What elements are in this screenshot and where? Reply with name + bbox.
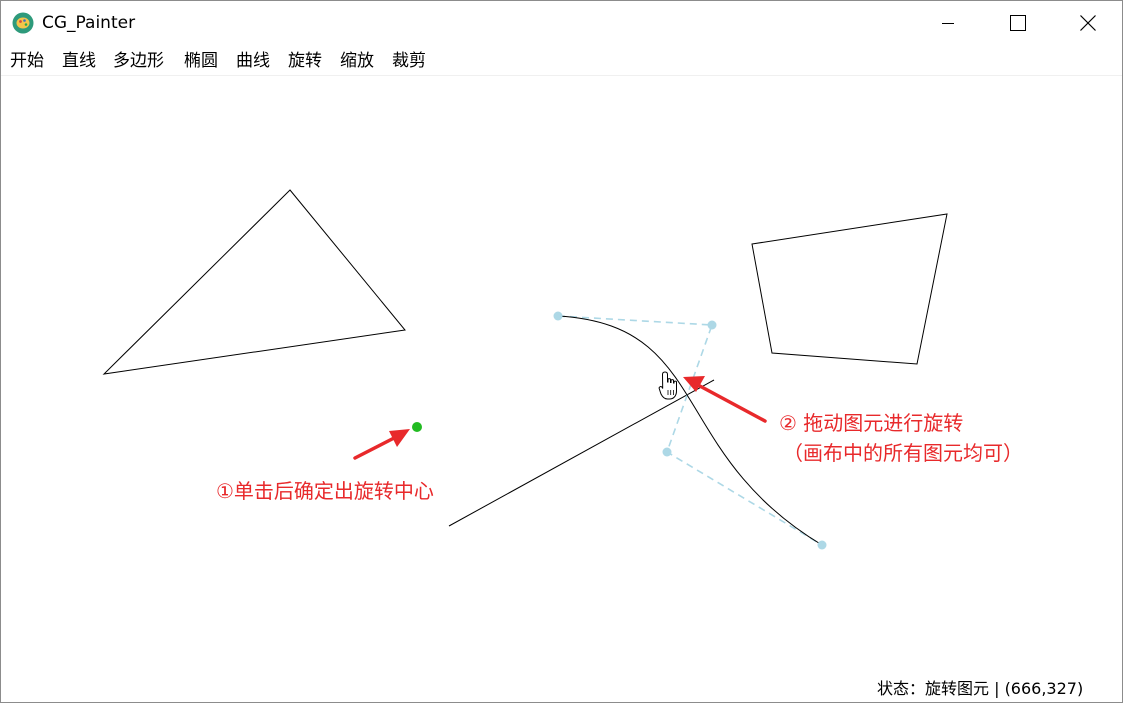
triangle-shape[interactable] [102,189,406,375]
drawing-canvas[interactable] [1,1,1122,702]
annotation-step2-line2: （画布中的所有图元均可） [783,441,1023,465]
status-bar-text: 状态：旋转图元 | (666,327) [877,679,1084,698]
control-point[interactable] [662,447,672,457]
hand-cursor-icon [658,371,677,400]
arrow-to-rotation-center [353,429,410,460]
control-point[interactable] [553,311,563,321]
app-window: CG_Painter 开始 直线 多边形 椭圆 曲线 旋转 缩放 裁剪 ①单击后… [0,0,1123,703]
annotation-step1: ①单击后确定出旋转中心 [216,479,434,503]
rotation-center-point[interactable] [412,422,422,432]
line-shape[interactable] [448,379,715,527]
arrow-to-curve [683,376,767,423]
quadrilateral-shape[interactable] [751,213,948,365]
annotation-step2-line1: ② 拖动图元进行旋转 [779,411,964,435]
control-point[interactable] [817,540,827,550]
control-point[interactable] [707,320,717,330]
